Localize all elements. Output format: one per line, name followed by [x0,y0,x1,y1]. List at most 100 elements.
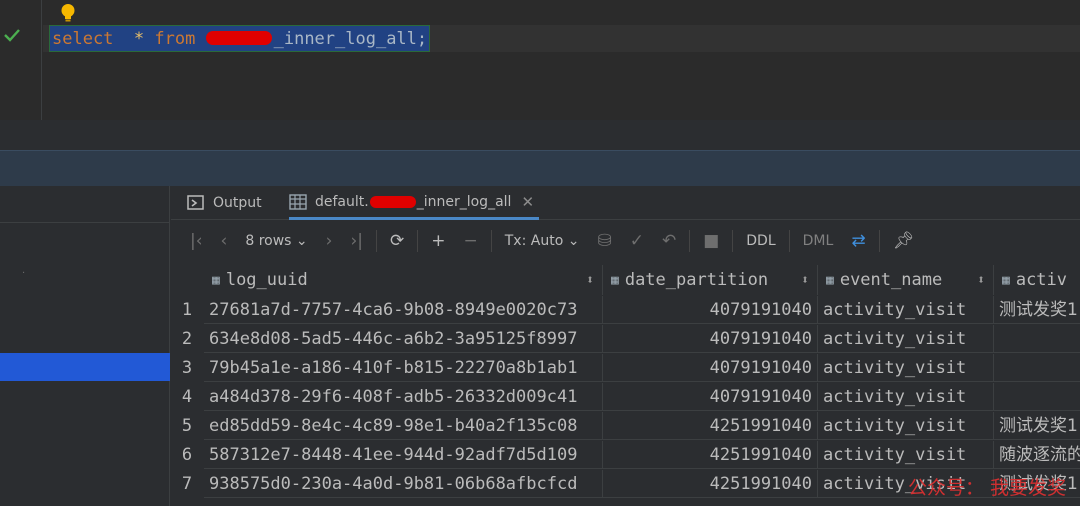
compare-arrows-icon[interactable]: ⇄ [851,231,865,251]
table-cell-activ[interactable] [994,354,1080,382]
table-cell-date-partition[interactable]: 4251991040 [603,441,818,469]
results-tabbar: Output default. _inner_log_all ✕ [171,186,1080,220]
select-star: * [133,29,145,49]
ddl-button[interactable]: DDL [746,233,775,249]
rows-count-label: 8 rows [245,233,292,249]
row-number[interactable]: 6 [171,441,203,469]
tree-expand-icon[interactable]: · [22,268,26,279]
last-page-icon[interactable]: ›| [350,232,363,250]
toolbar-divider [490,230,492,252]
table-cell-date-partition[interactable]: 4251991040 [603,470,818,498]
table-cell-date-partition[interactable]: 4251991040 [603,412,818,440]
table-cell-date-partition[interactable]: 4079191040 [603,354,818,382]
previous-page-icon[interactable]: ‹ [221,232,228,250]
toolbar-divider [878,230,880,252]
services-tree[interactable]: · [0,186,170,506]
table-cell-log-uuid[interactable]: ed85dd59-8e4c-4c89-98e1-b40a2f135c08 [204,412,603,440]
pin-icon[interactable]: 📌︎ [893,232,915,250]
table-cell-log-uuid[interactable]: 587312e7-8448-41ee-944d-92adf7d5d109 [204,441,603,469]
column-header-label: activ [1015,270,1068,290]
table-cell-event-name[interactable]: activity_visit [818,412,994,440]
editor-gutter [0,0,42,120]
watermark: 公众号： 我要发奖 [908,477,1067,499]
row-number[interactable]: 3 [171,354,203,382]
submit-check-icon[interactable]: ✓ [630,232,644,250]
chevron-down-icon: ⌄ [295,233,308,249]
refresh-icon[interactable]: ⟳ [390,232,404,250]
revert-icon[interactable]: ↶ [662,232,676,250]
column-header-date-partition[interactable]: ▦ date_partition ⬍ [603,265,818,295]
toolbar-divider [788,230,790,252]
sort-icon[interactable]: ⬍ [977,273,985,288]
column-icon: ▦ [611,272,619,288]
table-cell-date-partition[interactable]: 4079191040 [603,296,818,324]
tab-output[interactable]: Output [187,186,262,220]
check-icon [4,29,20,42]
db-commit-icon[interactable]: ⛁ [597,232,611,250]
column-icon: ▦ [826,272,834,288]
column-header-label: event_name [839,270,943,290]
column-header-activ[interactable]: ▦ activ [994,265,1080,295]
chevron-down-icon: ⌄ [567,233,580,249]
row-number[interactable]: 4 [171,383,203,411]
sql-editor[interactable]: select * from _inner_log_all; [0,0,1080,120]
rows-count-dropdown[interactable]: 8 rows ⌄ [245,233,307,249]
column-icon: ▦ [1002,272,1010,288]
table-cell-date-partition[interactable]: 4079191040 [603,383,818,411]
sort-icon[interactable]: ⬍ [586,273,594,288]
tab-output-label: Output [213,195,262,211]
results-toolbar: |‹ ‹ 8 rows ⌄ › ›| ⟳ + − Tx: Auto ⌄ ⛁ ✓ … [171,221,1080,261]
add-row-icon[interactable]: + [431,232,445,250]
toolbar-divider [417,230,419,252]
tab-table-prefix: default. [315,193,369,210]
row-number[interactable]: 7 [171,470,203,498]
tab-result-table[interactable]: default. _inner_log_all ✕ [289,186,539,220]
table-cell-log-uuid[interactable]: 634e8d08-5ad5-446c-a6b2-3a95125f8997 [204,325,603,353]
keyword-from: from [154,29,196,49]
tree-divider [0,222,170,223]
first-page-icon[interactable]: |‹ [190,232,203,250]
row-number[interactable]: 5 [171,412,203,440]
toolbar-divider [376,230,377,252]
transaction-mode-dropdown[interactable]: Tx: Auto ⌄ [505,233,580,249]
column-header-label: log_uuid [225,270,308,290]
delete-row-icon[interactable]: − [464,232,478,250]
row-number[interactable]: 2 [171,325,203,353]
toolbar-divider [732,230,734,252]
dml-button[interactable]: DML [803,233,834,249]
keyword-select: select [52,29,114,49]
column-header-event-name[interactable]: ▦ event_name ⬍ [818,265,994,295]
column-icon: ▦ [212,272,220,288]
table-cell-activ[interactable]: 测试发奖1 [994,296,1080,324]
table-cell-event-name[interactable]: activity_visit [818,325,994,353]
sort-icon[interactable]: ⬍ [801,273,809,288]
sql-query-line[interactable]: select * from _inner_log_all; [49,25,431,52]
table-cell-activ[interactable]: 测试发奖1 [994,412,1080,440]
table-cell-log-uuid[interactable]: 938575d0-230a-4a0d-9b81-06b68afbcfcd [204,470,603,498]
output-icon [187,195,204,210]
tab-table-suffix: _inner_log_all [416,193,512,210]
redaction-mark [205,31,272,45]
table-cell-activ[interactable]: 随波逐流的 [994,441,1080,469]
table-cell-event-name[interactable]: activity_visit [818,296,994,324]
column-header-log-uuid[interactable]: ▦ log_uuid ⬍ [204,265,603,295]
table-icon [289,193,307,210]
redaction-mark [369,195,416,208]
table-cell-log-uuid[interactable]: 79b45a1e-a186-410f-b815-22270a8b1ab1 [204,354,603,382]
table-cell-log-uuid[interactable]: 27681a7d-7757-4ca6-9b08-8949e0020c73 [204,296,603,324]
editor-bottom-band [0,120,1080,150]
next-page-icon[interactable]: › [326,232,333,250]
tree-selected-item[interactable] [0,353,170,381]
close-icon[interactable]: ✕ [521,193,534,211]
table-cell-activ[interactable] [994,325,1080,353]
table-cell-event-name[interactable]: activity_visit [818,441,994,469]
table-cell-event-name[interactable]: activity_visit [818,383,994,411]
table-cell-activ[interactable] [994,383,1080,411]
toolbar-divider [689,230,691,252]
stop-icon[interactable]: ■ [703,232,719,250]
lightbulb-icon[interactable] [59,3,77,23]
table-cell-log-uuid[interactable]: a484d378-29f6-408f-adb5-26332d009c41 [204,383,603,411]
table-cell-date-partition[interactable]: 4079191040 [603,325,818,353]
row-number[interactable]: 1 [171,296,203,324]
table-cell-event-name[interactable]: activity_visit [818,354,994,382]
